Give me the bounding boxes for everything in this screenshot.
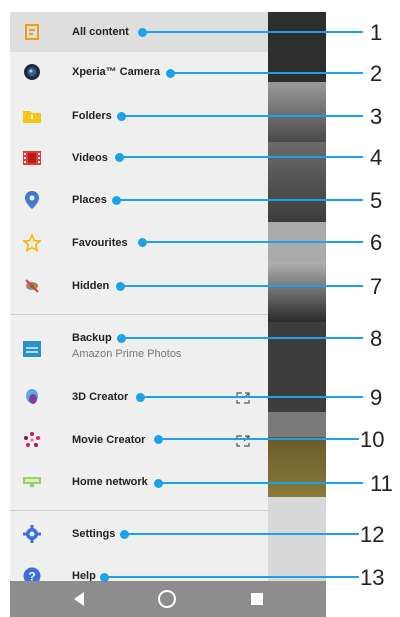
drawer-item-label: Folders — [72, 110, 112, 122]
divider — [10, 314, 268, 315]
drawer-item-label: Backup — [72, 332, 112, 344]
drawer-item-label: Videos — [72, 152, 108, 164]
settings-icon — [22, 524, 42, 544]
3d-creator-icon — [22, 387, 42, 407]
home-network-icon — [22, 472, 42, 492]
drawer-item-label: Favourites — [72, 237, 128, 249]
divider — [10, 510, 268, 511]
camera-icon — [22, 62, 42, 82]
photo-grid-background — [268, 12, 326, 617]
backup-icon — [22, 339, 42, 359]
hidden-icon — [22, 276, 42, 296]
drawer-item-label: 3D Creator — [72, 391, 129, 403]
places-icon — [22, 190, 42, 210]
all-content-icon — [22, 22, 42, 42]
drawer-item-label: Xperia™ Camera — [72, 66, 161, 78]
drawer-item-label: Home network — [72, 476, 148, 488]
movie-creator-icon — [22, 430, 42, 450]
videos-icon — [22, 148, 42, 168]
drawer-item-label: Settings — [72, 528, 116, 540]
recent-apps-icon[interactable] — [251, 593, 263, 605]
drawer-item-videos[interactable]: Videos — [10, 138, 268, 178]
drawer-item-sublabel: Amazon Prime Photos — [72, 348, 182, 360]
navigation-drawer: All content Xperia™ Camera Folders Video… — [10, 12, 268, 617]
drawer-item-backup[interactable]: Backup Amazon Prime Photos — [10, 326, 268, 372]
drawer-item-label: Hidden — [72, 280, 110, 292]
system-navigation-bar — [10, 581, 326, 617]
back-icon[interactable] — [74, 592, 84, 606]
drawer-item-label: Places — [72, 194, 107, 206]
external-link-icon[interactable] — [236, 434, 250, 447]
drawer-item-movie-creator[interactable]: Movie Creator — [10, 420, 268, 460]
drawer-item-label: Movie Creator — [72, 434, 146, 446]
star-icon — [22, 233, 42, 253]
home-icon[interactable] — [158, 590, 176, 608]
drawer-item-label: All content — [72, 26, 129, 38]
folder-icon — [22, 106, 42, 126]
